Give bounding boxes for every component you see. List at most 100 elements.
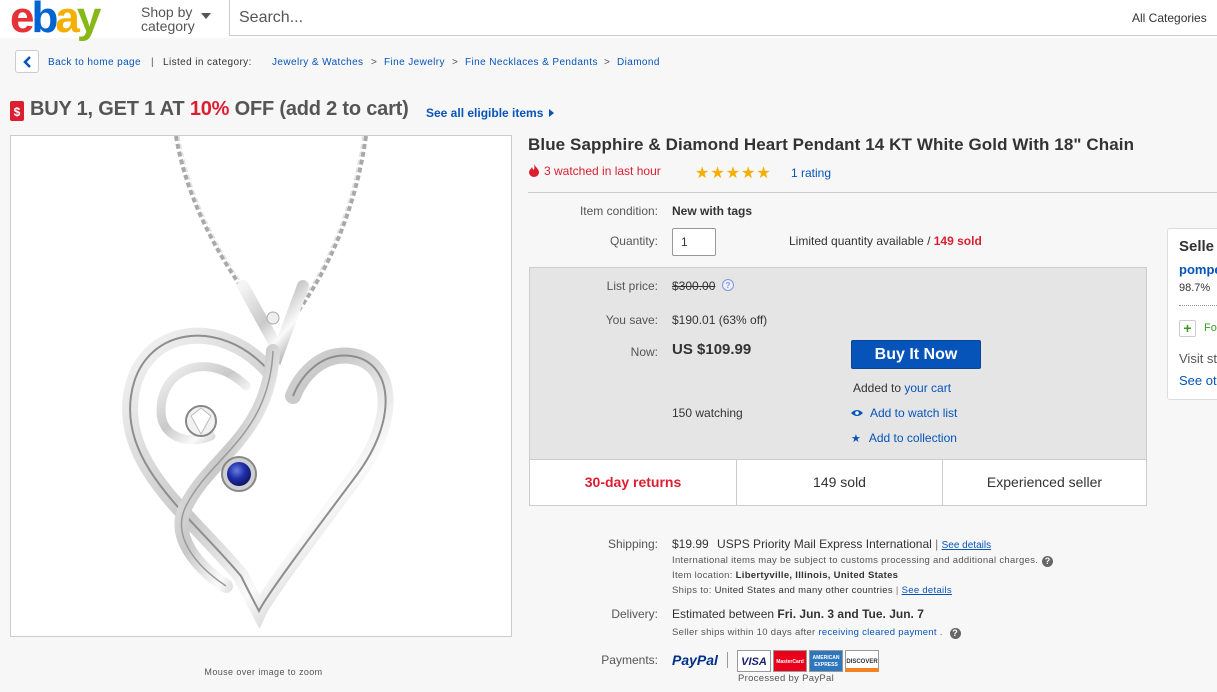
discover-icon: DISCOVER: [845, 650, 879, 672]
added-to-label: Added to: [853, 381, 905, 395]
visa-icon: VISA: [737, 650, 771, 672]
product-image[interactable]: [10, 135, 512, 637]
sold-count-link[interactable]: 149 sold: [934, 234, 982, 248]
breadcrumb-separator: |: [151, 57, 154, 68]
all-categories-select[interactable]: All Categories: [1122, 0, 1217, 36]
delivery-dates: Fri. Jun. 3 and Tue. Jun. 7: [777, 607, 924, 621]
help-icon[interactable]: ?: [722, 279, 734, 291]
follow-plus-icon[interactable]: +: [1179, 320, 1196, 337]
delivery-note: Seller ships within 10 days after receiv…: [672, 627, 961, 639]
ships-to-label: Ships to:: [672, 585, 712, 596]
arrow-right-icon: [549, 109, 555, 117]
price-tag-icon: $: [10, 101, 24, 121]
star-rating-icon[interactable]: ★★★★★: [695, 163, 772, 183]
card-icons: VISA MasterCard AMERICAN EXPRESS DISCOVE…: [737, 650, 879, 674]
visit-store-link[interactable]: Visit st: [1179, 351, 1217, 366]
chevron-down-icon: [201, 13, 211, 19]
category-label: category: [141, 18, 195, 34]
sold-highlight: 149 sold: [736, 460, 942, 505]
breadcrumb-jewelry-watches[interactable]: Jewelry & Watches: [272, 57, 363, 68]
breadcrumb-fine-necklaces[interactable]: Fine Necklaces & Pendants: [465, 57, 598, 68]
shipping-label: Shipping:: [607, 537, 658, 551]
help-icon[interactable]: ?: [1042, 556, 1054, 567]
watched-text: 3 watched in last hour: [544, 164, 661, 178]
item-location: Item location: Libertyville, Illinois, U…: [672, 570, 898, 581]
see-details-link[interactable]: See details: [942, 540, 991, 551]
your-cart-link[interactable]: your cart: [904, 381, 951, 395]
search-input[interactable]: Search...: [229, 0, 1123, 36]
logo-letter-b: b: [31, 0, 58, 42]
see-other-items-link[interactable]: See ot: [1179, 373, 1217, 388]
flame-icon: [529, 164, 539, 177]
eye-icon: [851, 410, 863, 416]
promo-part2: OFF (add 2 to cart): [229, 98, 409, 120]
collection-label: Add to collection: [868, 431, 957, 445]
delivery-label: Delivery:: [611, 607, 658, 621]
watched-indicator: 3 watched in last hour: [528, 164, 661, 178]
follow-seller-link[interactable]: Fo: [1204, 322, 1217, 334]
highlights-bar: 30-day returns 149 sold Experienced sell…: [529, 459, 1147, 506]
payments-label: Payments:: [601, 653, 658, 667]
shop-by-category-button[interactable]: Shop by category: [141, 4, 211, 34]
item-location-value: Libertyville, Illinois, United States: [735, 570, 899, 581]
promo-highlight: 10%: [189, 98, 230, 120]
ships-pipe: |: [895, 585, 899, 596]
listed-in-label: Listed in category:: [163, 57, 252, 68]
back-button[interactable]: [15, 50, 39, 73]
breadcrumb-arrow: >: [452, 57, 459, 68]
see-details-link-2[interactable]: See details: [902, 585, 952, 596]
promo-text: BUY 1, GET 1 AT 10% OFF (add 2 to cart): [30, 98, 409, 121]
divider: [528, 192, 1217, 193]
divider: [1179, 305, 1217, 306]
header: ebay Shop by category Search... All Cate…: [0, 0, 1217, 42]
shipping-pipe: |: [935, 537, 939, 551]
list-price-label: List price:: [606, 279, 658, 293]
experienced-seller-highlight: Experienced seller: [942, 460, 1146, 505]
add-to-watch-list-link[interactable]: Add to watch list: [851, 406, 957, 420]
seller-info-title: Selle: [1179, 238, 1215, 255]
help-icon[interactable]: ?: [949, 628, 961, 639]
logo-letter-e: e: [10, 0, 35, 42]
zoom-hint: Mouse over image to zoom: [204, 667, 323, 677]
delivery-text: Estimated between: [672, 607, 778, 621]
seller-name-link[interactable]: pompe: [1179, 262, 1217, 277]
add-to-collection-link[interactable]: ★ Add to collection: [851, 431, 957, 445]
chevron-left-icon: [23, 56, 31, 68]
price-now: US $109.99: [672, 341, 752, 358]
breadcrumb-fine-jewelry[interactable]: Fine Jewelry: [384, 57, 445, 68]
logo-letter-y: y: [76, 0, 102, 42]
mastercard-icon: MasterCard: [773, 650, 807, 672]
paypal-logo: PayPal: [672, 652, 718, 668]
now-label: Now:: [630, 345, 658, 359]
cleared-payment-link[interactable]: receiving cleared payment: [818, 627, 936, 638]
condition-label: Item condition:: [579, 204, 658, 218]
returns-highlight[interactable]: 30-day returns: [530, 460, 736, 505]
seller-info-card: Selle pompe 98.7% + Fo Visit st See ot: [1167, 228, 1217, 400]
promo-part1: BUY 1, GET 1 AT: [30, 98, 190, 120]
quantity-input[interactable]: 1: [672, 228, 716, 256]
you-save-label: You save:: [605, 313, 658, 327]
condition-value: New with tags: [672, 204, 753, 218]
item-title: Blue Sapphire & Diamond Heart Pendant 14…: [528, 135, 1135, 154]
star-icon: ★: [851, 433, 861, 445]
back-to-home-link[interactable]: Back to home page: [48, 57, 141, 68]
ebay-logo[interactable]: ebay: [10, 0, 102, 42]
buy-it-now-button[interactable]: Buy It Now: [851, 340, 981, 369]
pendant-image: [122, 135, 394, 629]
breadcrumb-diamond[interactable]: Diamond: [617, 57, 660, 68]
shop-by-label: Shop by: [141, 4, 193, 20]
watch-list-label: Add to watch list: [870, 406, 958, 420]
processed-by-paypal: Processed by PayPal: [738, 673, 834, 684]
added-to-cart: Added to your cart: [853, 381, 951, 395]
quantity-label: Quantity:: [609, 234, 658, 248]
logo-letter-a: a: [55, 0, 80, 42]
delivery-dot: .: [939, 627, 943, 638]
watching-count: 150 watching: [672, 406, 743, 420]
rating-count-link[interactable]: 1 rating: [791, 166, 831, 180]
delivery-estimate: Estimated between Fri. Jun. 3 and Tue. J…: [672, 607, 924, 621]
seller-feedback: 98.7%: [1179, 282, 1211, 294]
see-all-eligible-link[interactable]: See all eligible items: [426, 106, 555, 120]
breadcrumb-arrow: >: [371, 57, 378, 68]
amex-icon: AMERICAN EXPRESS: [809, 650, 843, 672]
list-price-value: $300.00: [672, 279, 716, 293]
